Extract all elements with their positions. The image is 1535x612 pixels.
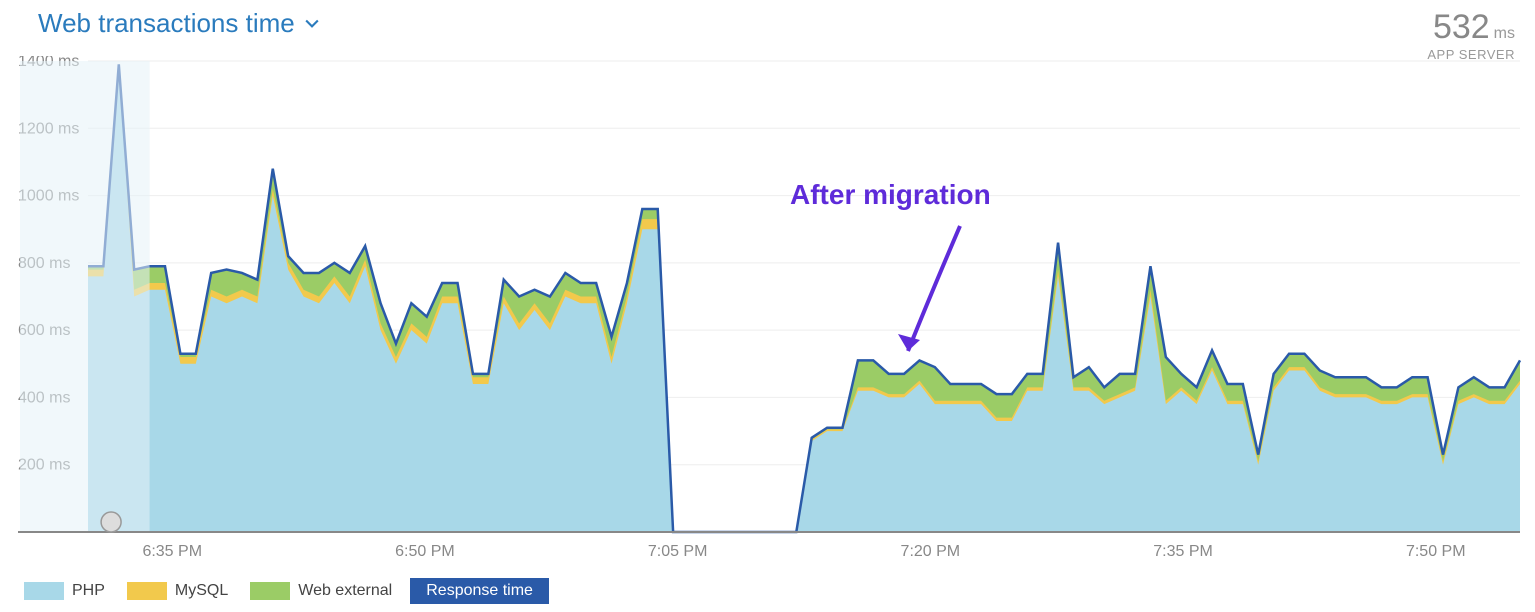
svg-text:7:05 PM: 7:05 PM [648, 543, 708, 560]
legend-item-response[interactable]: Response time [410, 578, 549, 604]
chart-area[interactable]: 200 ms400 ms600 ms800 ms1000 ms1200 ms14… [0, 56, 1535, 562]
legend-label: MySQL [175, 582, 228, 600]
svg-text:7:35 PM: 7:35 PM [1153, 543, 1213, 560]
legend-swatch-webext [250, 582, 290, 600]
chart-title-dropdown[interactable]: Web transactions time [38, 8, 319, 39]
metric-unit: ms [1494, 25, 1515, 42]
svg-text:7:50 PM: 7:50 PM [1406, 543, 1466, 560]
svg-text:6:35 PM: 6:35 PM [142, 543, 202, 560]
legend-label: PHP [72, 582, 105, 600]
metric-summary: 532ms APP SERVER [1427, 8, 1515, 62]
svg-text:7:20 PM: 7:20 PM [901, 543, 961, 560]
legend-label: Response time [426, 582, 533, 600]
legend-item-mysql[interactable]: MySQL [123, 578, 240, 604]
chart-title: Web transactions time [38, 8, 295, 39]
legend-swatch-mysql [127, 582, 167, 600]
legend: PHP MySQL Web external Response time [20, 578, 549, 604]
legend-label: Web external [298, 582, 392, 600]
legend-swatch-php [24, 582, 64, 600]
chevron-down-icon [305, 17, 319, 31]
legend-item-webext[interactable]: Web external [246, 578, 404, 604]
svg-text:After migration: After migration [790, 179, 991, 210]
metric-value: 532 [1433, 8, 1490, 46]
legend-item-php[interactable]: PHP [20, 578, 117, 604]
svg-text:6:50 PM: 6:50 PM [395, 543, 455, 560]
